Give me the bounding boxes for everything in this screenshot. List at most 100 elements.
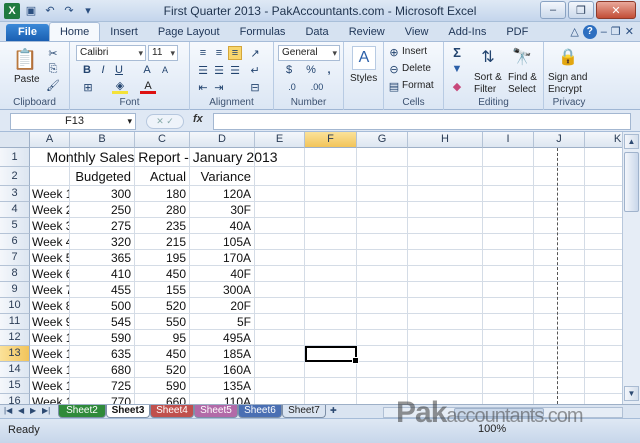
customize-qat-icon[interactable]: ▾: [80, 3, 96, 19]
increase-indent-icon[interactable]: ⇥: [212, 80, 226, 94]
week-label-cell[interactable]: Week 3: [32, 218, 69, 234]
week-label-cell[interactable]: Week 9: [32, 314, 69, 330]
week-label-cell[interactable]: Week 8: [32, 298, 69, 314]
column-header-a[interactable]: A: [30, 132, 70, 148]
align-top-icon[interactable]: ≡: [196, 46, 210, 60]
variance-cell[interactable]: 110A: [192, 394, 254, 404]
variance-cell[interactable]: 30F: [192, 202, 254, 218]
worksheet-grid[interactable]: A B C D E F G H I J K 1 2 3 4 5 6 7 8 9 10 11 12 13 14 15 16 Monthl…: [0, 132, 622, 404]
row-header-4[interactable]: 4: [0, 202, 30, 218]
cut-icon[interactable]: ✂: [46, 46, 60, 60]
tab-file[interactable]: File: [6, 24, 49, 41]
budgeted-cell[interactable]: 590: [72, 330, 134, 346]
budgeted-cell[interactable]: 500: [72, 298, 134, 314]
vertical-scrollbar[interactable]: ▲ ▼: [622, 132, 640, 404]
font-name-select[interactable]: Calibri: [76, 45, 146, 61]
percent-button[interactable]: %: [304, 63, 318, 77]
undo-icon[interactable]: ↶: [42, 3, 58, 19]
first-sheet-icon[interactable]: |◀: [4, 406, 12, 415]
format-cells-button[interactable]: Format: [402, 80, 434, 91]
active-cell-selection[interactable]: [305, 346, 359, 364]
tab-review[interactable]: Review: [339, 24, 395, 41]
fill-icon[interactable]: ▼: [450, 62, 464, 76]
vertical-scroll-thumb[interactable]: [624, 152, 639, 212]
tab-insert[interactable]: Insert: [100, 24, 148, 41]
tab-add-ins[interactable]: Add-Ins: [438, 24, 496, 41]
decrease-decimal-button[interactable]: .00: [306, 80, 328, 94]
insert-sheet-icon[interactable]: ✚: [330, 406, 337, 415]
comma-button[interactable]: ,: [322, 63, 336, 77]
budgeted-cell[interactable]: 410: [72, 266, 134, 282]
scroll-down-icon[interactable]: ▼: [624, 386, 639, 401]
find-select-icon[interactable]: 🔭: [510, 45, 534, 69]
row-header-11[interactable]: 11: [0, 314, 30, 330]
row-header-9[interactable]: 9: [0, 282, 30, 298]
actual-cell[interactable]: 215: [137, 234, 189, 250]
report-title-cell[interactable]: Monthly Sales Report - January 2013: [32, 148, 292, 167]
find-select-label1[interactable]: Find &: [508, 72, 537, 83]
column-header-k[interactable]: K: [585, 132, 622, 148]
actual-cell[interactable]: 235: [137, 218, 189, 234]
tab-view[interactable]: View: [395, 24, 439, 41]
actual-cell[interactable]: 590: [137, 378, 189, 394]
budgeted-cell[interactable]: 680: [72, 362, 134, 378]
doc-minimize-icon[interactable]: –: [601, 26, 607, 38]
align-left-icon[interactable]: ☰: [196, 63, 210, 77]
doc-close-icon[interactable]: ✕: [625, 25, 634, 38]
variance-cell[interactable]: 170A: [192, 250, 254, 266]
budgeted-cell[interactable]: 275: [72, 218, 134, 234]
tab-page-layout[interactable]: Page Layout: [148, 24, 230, 41]
variance-cell[interactable]: 135A: [192, 378, 254, 394]
font-color-icon[interactable]: A: [140, 80, 156, 94]
bold-button[interactable]: B: [80, 63, 94, 77]
row-header-10[interactable]: 10: [0, 298, 30, 314]
column-header-f[interactable]: F: [305, 132, 357, 148]
row-header-3[interactable]: 3: [0, 186, 30, 202]
formula-cancel-icon[interactable]: ✕ ✓: [146, 114, 184, 129]
align-right-icon[interactable]: ☰: [228, 63, 242, 77]
variance-cell[interactable]: 5F: [192, 314, 254, 330]
insert-function-button[interactable]: fx: [193, 113, 203, 125]
shrink-font-button[interactable]: A: [158, 63, 172, 77]
sign-encrypt-label1[interactable]: Sign and: [548, 72, 587, 83]
budgeted-cell[interactable]: 545: [72, 314, 134, 330]
column-header-b[interactable]: B: [70, 132, 135, 148]
week-label-cell[interactable]: Week 4: [32, 234, 69, 250]
scroll-up-icon[interactable]: ▲: [624, 134, 639, 149]
column-header-c[interactable]: C: [135, 132, 190, 148]
delete-cells-icon[interactable]: ⊖: [388, 63, 400, 76]
align-bottom-icon[interactable]: ≡: [228, 46, 242, 60]
tab-home[interactable]: Home: [48, 22, 101, 41]
week-label-cell[interactable]: Week 11: [32, 346, 69, 362]
variance-cell[interactable]: 495A: [192, 330, 254, 346]
variance-cell[interactable]: 185A: [192, 346, 254, 362]
header-cell[interactable]: Budgeted: [72, 167, 134, 186]
tab-formulas[interactable]: Formulas: [230, 24, 296, 41]
decrease-indent-icon[interactable]: ⇤: [196, 80, 210, 94]
last-sheet-icon[interactable]: ▶|: [42, 406, 50, 415]
find-select-label2[interactable]: Select: [508, 84, 536, 95]
week-label-cell[interactable]: Week 2: [32, 202, 69, 218]
variance-cell[interactable]: 105A: [192, 234, 254, 250]
format-cells-icon[interactable]: ▤: [388, 80, 400, 93]
actual-cell[interactable]: 195: [137, 250, 189, 266]
grow-font-button[interactable]: A: [140, 63, 154, 77]
week-label-cell[interactable]: Week 5: [32, 250, 69, 266]
sheet-tab-sheet6[interactable]: Sheet6: [238, 405, 282, 418]
week-label-cell[interactable]: Week 6: [32, 266, 69, 282]
number-format-select[interactable]: General: [278, 45, 340, 61]
copy-icon[interactable]: ⎘: [46, 62, 60, 76]
budgeted-cell[interactable]: 725: [72, 378, 134, 394]
budgeted-cell[interactable]: 770: [72, 394, 134, 404]
doc-restore-icon[interactable]: ❐: [611, 25, 621, 38]
actual-cell[interactable]: 180: [137, 186, 189, 202]
actual-cell[interactable]: 550: [137, 314, 189, 330]
name-box[interactable]: F13: [10, 113, 136, 130]
row-header-5[interactable]: 5: [0, 218, 30, 234]
italic-button[interactable]: I: [96, 63, 110, 77]
week-label-cell[interactable]: Week 1: [32, 186, 69, 202]
row-header-8[interactable]: 8: [0, 266, 30, 282]
row-header-16[interactable]: 16: [0, 394, 30, 404]
paste-button[interactable]: Paste: [14, 74, 40, 85]
sort-filter-label2[interactable]: Filter: [474, 84, 496, 95]
